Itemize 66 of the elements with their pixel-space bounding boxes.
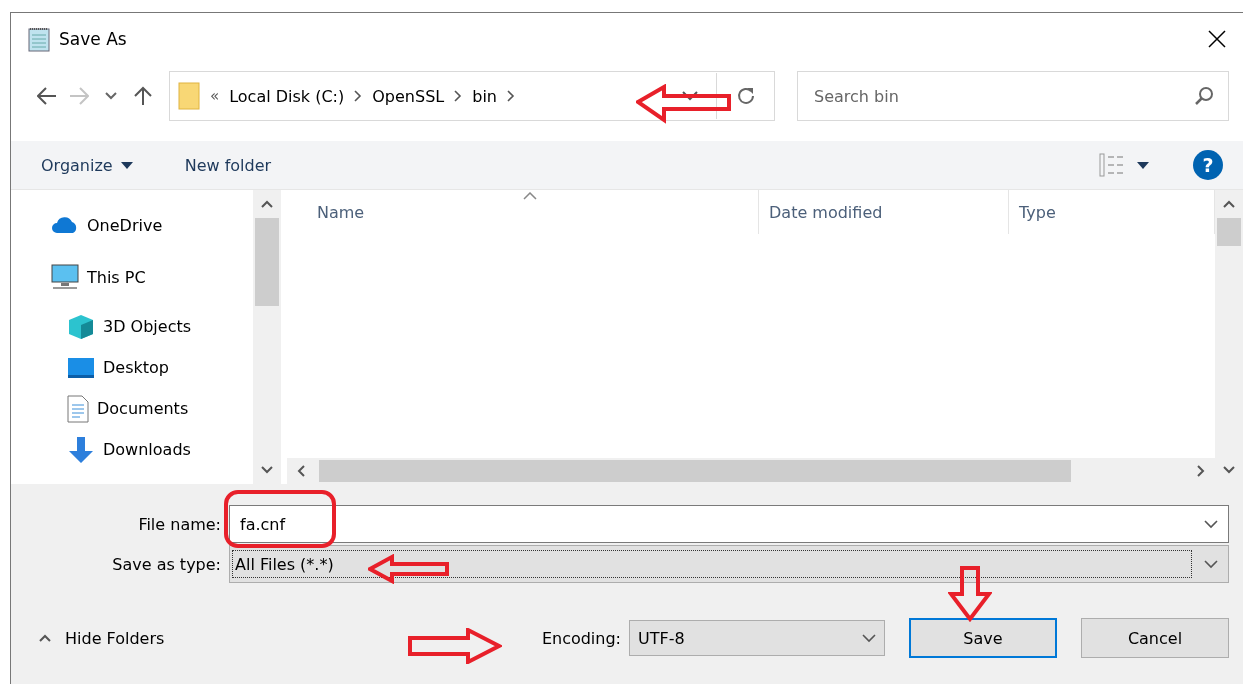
file-name-field[interactable]: fa.cnf <box>230 508 1204 540</box>
chevron-right-icon[interactable] <box>354 90 363 102</box>
encoding-dropdown[interactable]: UTF-8 <box>629 620 885 656</box>
close-icon <box>1207 29 1227 49</box>
caret-down-icon <box>120 161 133 169</box>
hide-folders-button[interactable]: Hide Folders <box>35 624 169 652</box>
chevron-right-icon[interactable] <box>506 90 515 102</box>
window-title: Save As <box>59 29 128 49</box>
arrow-up-icon <box>134 86 152 106</box>
save-as-type-label: Save as type: <box>111 554 222 574</box>
document-icon <box>67 394 89 423</box>
column-header[interactable]: Date modified <box>759 190 1009 234</box>
address-bar[interactable]: « Local Disk (C:) OpenSSL bin <box>169 71 775 121</box>
overflow-chevron[interactable]: « <box>210 87 220 105</box>
notepad-icon <box>27 26 51 52</box>
sidebar-scrollbar[interactable] <box>253 190 281 484</box>
refresh-icon <box>736 87 755 105</box>
sidebar-item[interactable]: OneDrive <box>11 202 253 248</box>
sidebar-item[interactable]: 3D Objects <box>11 306 253 347</box>
save-button[interactable]: Save <box>909 618 1057 658</box>
chevron-down-icon <box>261 466 273 474</box>
encoding-label: Encoding: <box>541 628 621 648</box>
chevron-down-icon <box>1204 519 1218 529</box>
arrow-right-icon <box>69 87 89 105</box>
breadcrumb[interactable]: OpenSSL <box>372 86 445 106</box>
help-button[interactable]: ? <box>1193 150 1223 180</box>
desktop-icon <box>67 355 95 380</box>
annotation-arrow <box>948 566 992 622</box>
organize-button[interactable]: Organize <box>33 151 141 179</box>
chevron-up-icon <box>39 634 51 642</box>
scroll-thumb[interactable] <box>319 460 1071 482</box>
chevron-down-icon <box>862 633 876 643</box>
file-name-combo[interactable]: fa.cnf <box>229 505 1229 543</box>
chevron-right-icon[interactable] <box>454 90 463 102</box>
cloud-icon <box>51 216 79 234</box>
file-name-label: File name: <box>137 514 222 534</box>
new-folder-button[interactable]: New folder <box>176 151 280 179</box>
sort-caret-icon <box>523 192 537 200</box>
breadcrumb[interactable]: Local Disk (C:) <box>229 86 345 106</box>
scroll-thumb[interactable] <box>255 218 279 306</box>
sidebar-item[interactable]: This PC <box>11 254 253 300</box>
cancel-button[interactable]: Cancel <box>1081 618 1229 658</box>
chevron-down-icon <box>105 92 117 100</box>
monitor-icon <box>51 264 79 290</box>
folder-icon <box>178 82 200 110</box>
breadcrumb[interactable]: bin <box>472 86 497 106</box>
arrow-left-icon <box>37 87 57 105</box>
chevron-down-icon <box>682 91 698 101</box>
chevron-down-icon <box>1204 559 1218 569</box>
chevron-right-icon <box>1197 465 1205 477</box>
chevron-left-icon <box>297 465 305 477</box>
sidebar-item[interactable]: Desktop <box>11 347 253 388</box>
sidebar-item[interactable]: Downloads <box>11 429 253 470</box>
download-arrow-icon <box>67 435 95 464</box>
scroll-thumb[interactable] <box>1217 218 1241 246</box>
chevron-up-icon <box>1223 200 1235 208</box>
file-list-scrollbar[interactable] <box>1215 190 1243 484</box>
horizontal-scrollbar[interactable] <box>287 458 1215 484</box>
caret-down-icon <box>1137 161 1149 169</box>
sidebar-item[interactable]: Documents <box>11 388 253 429</box>
chevron-up-icon <box>261 200 273 208</box>
cube-icon <box>67 312 95 341</box>
search-box[interactable]: Search bin <box>797 71 1229 121</box>
chevron-down-icon <box>1223 466 1235 474</box>
search-icon <box>1194 86 1214 106</box>
column-header[interactable]: Name <box>287 190 759 234</box>
